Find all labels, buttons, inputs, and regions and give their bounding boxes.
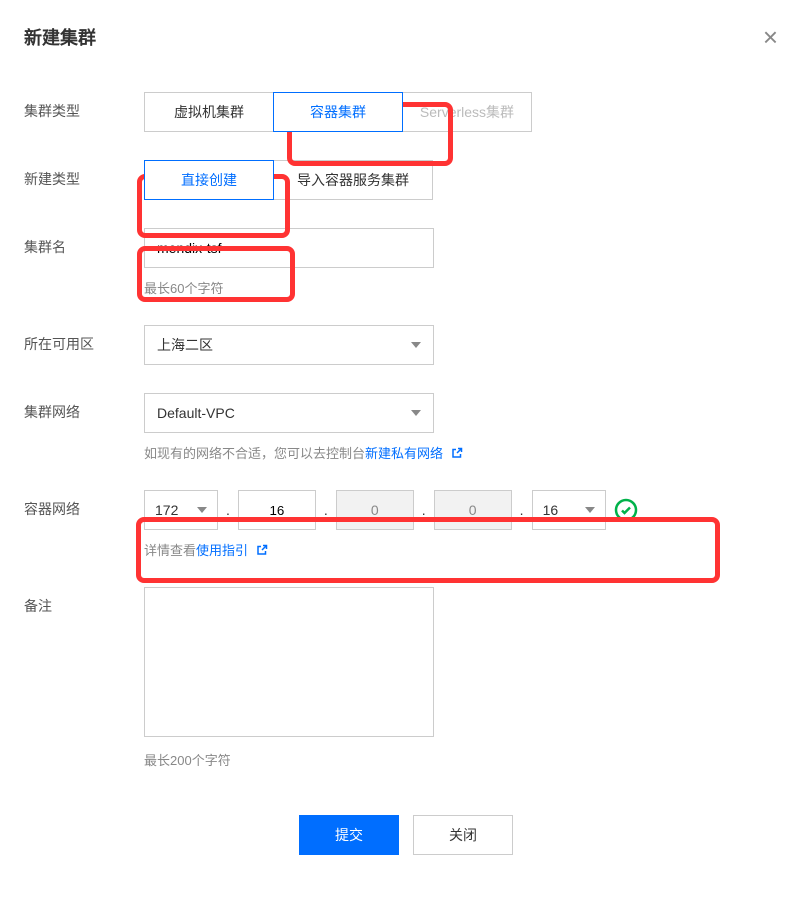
cluster-name-label: 集群名 [24,228,144,257]
cluster-type-label: 集群类型 [24,92,144,121]
submit-button[interactable]: 提交 [299,815,399,855]
container-network-label: 容器网络 [24,490,144,519]
cluster-type-serverless: Serverless集群 [402,92,532,132]
zone-label: 所在可用区 [24,325,144,354]
usage-guide-link[interactable]: 使用指引 [196,543,248,558]
close-button[interactable]: 关闭 [413,815,513,855]
container-network-ip: 172 . . 0 . 0 . 16 [144,490,788,530]
network-select[interactable]: Default-VPC [144,393,434,433]
remark-input[interactable] [144,587,434,737]
zone-value: 上海二区 [157,335,213,355]
ip-octet-3: 0 [336,490,414,530]
ip-dot: . [422,502,426,518]
cluster-type-group: 虚拟机集群 容器集群 Serverless集群 [144,92,788,132]
chevron-down-icon [585,507,595,513]
cluster-type-vm[interactable]: 虚拟机集群 [144,92,274,132]
create-type-direct[interactable]: 直接创建 [144,160,274,200]
create-vpc-link[interactable]: 新建私有网络 [365,446,443,461]
cluster-type-container[interactable]: 容器集群 [273,92,403,132]
container-network-hint: 详情查看使用指引 [144,540,788,559]
ip-octet-2[interactable] [238,490,316,530]
create-type-import[interactable]: 导入容器服务集群 [273,160,433,200]
ip-dot: . [226,502,230,518]
close-icon[interactable]: × [763,24,778,50]
chevron-down-icon [411,410,421,416]
ip-octet-4: 0 [434,490,512,530]
chevron-down-icon [197,507,207,513]
zone-select[interactable]: 上海二区 [144,325,434,365]
remark-hint: 最长200个字符 [144,750,788,769]
ip-octet-1[interactable]: 172 [144,490,218,530]
external-link-icon [451,447,463,459]
ip-dot: . [324,502,328,518]
chevron-down-icon [411,342,421,348]
check-circle-icon [614,498,638,522]
ip-dot: . [520,502,524,518]
network-hint: 如现有的网络不合适，您可以去控制台新建私有网络 [144,443,788,462]
network-label: 集群网络 [24,393,144,422]
cluster-name-hint: 最长60个字符 [144,278,788,297]
network-value: Default-VPC [157,405,235,421]
cluster-name-input[interactable] [144,228,434,268]
dialog-title: 新建集群 [24,24,788,50]
external-link-icon [256,544,268,556]
remark-label: 备注 [24,587,144,616]
ip-mask[interactable]: 16 [532,490,606,530]
create-type-group: 直接创建 导入容器服务集群 [144,160,788,200]
create-type-label: 新建类型 [24,160,144,189]
